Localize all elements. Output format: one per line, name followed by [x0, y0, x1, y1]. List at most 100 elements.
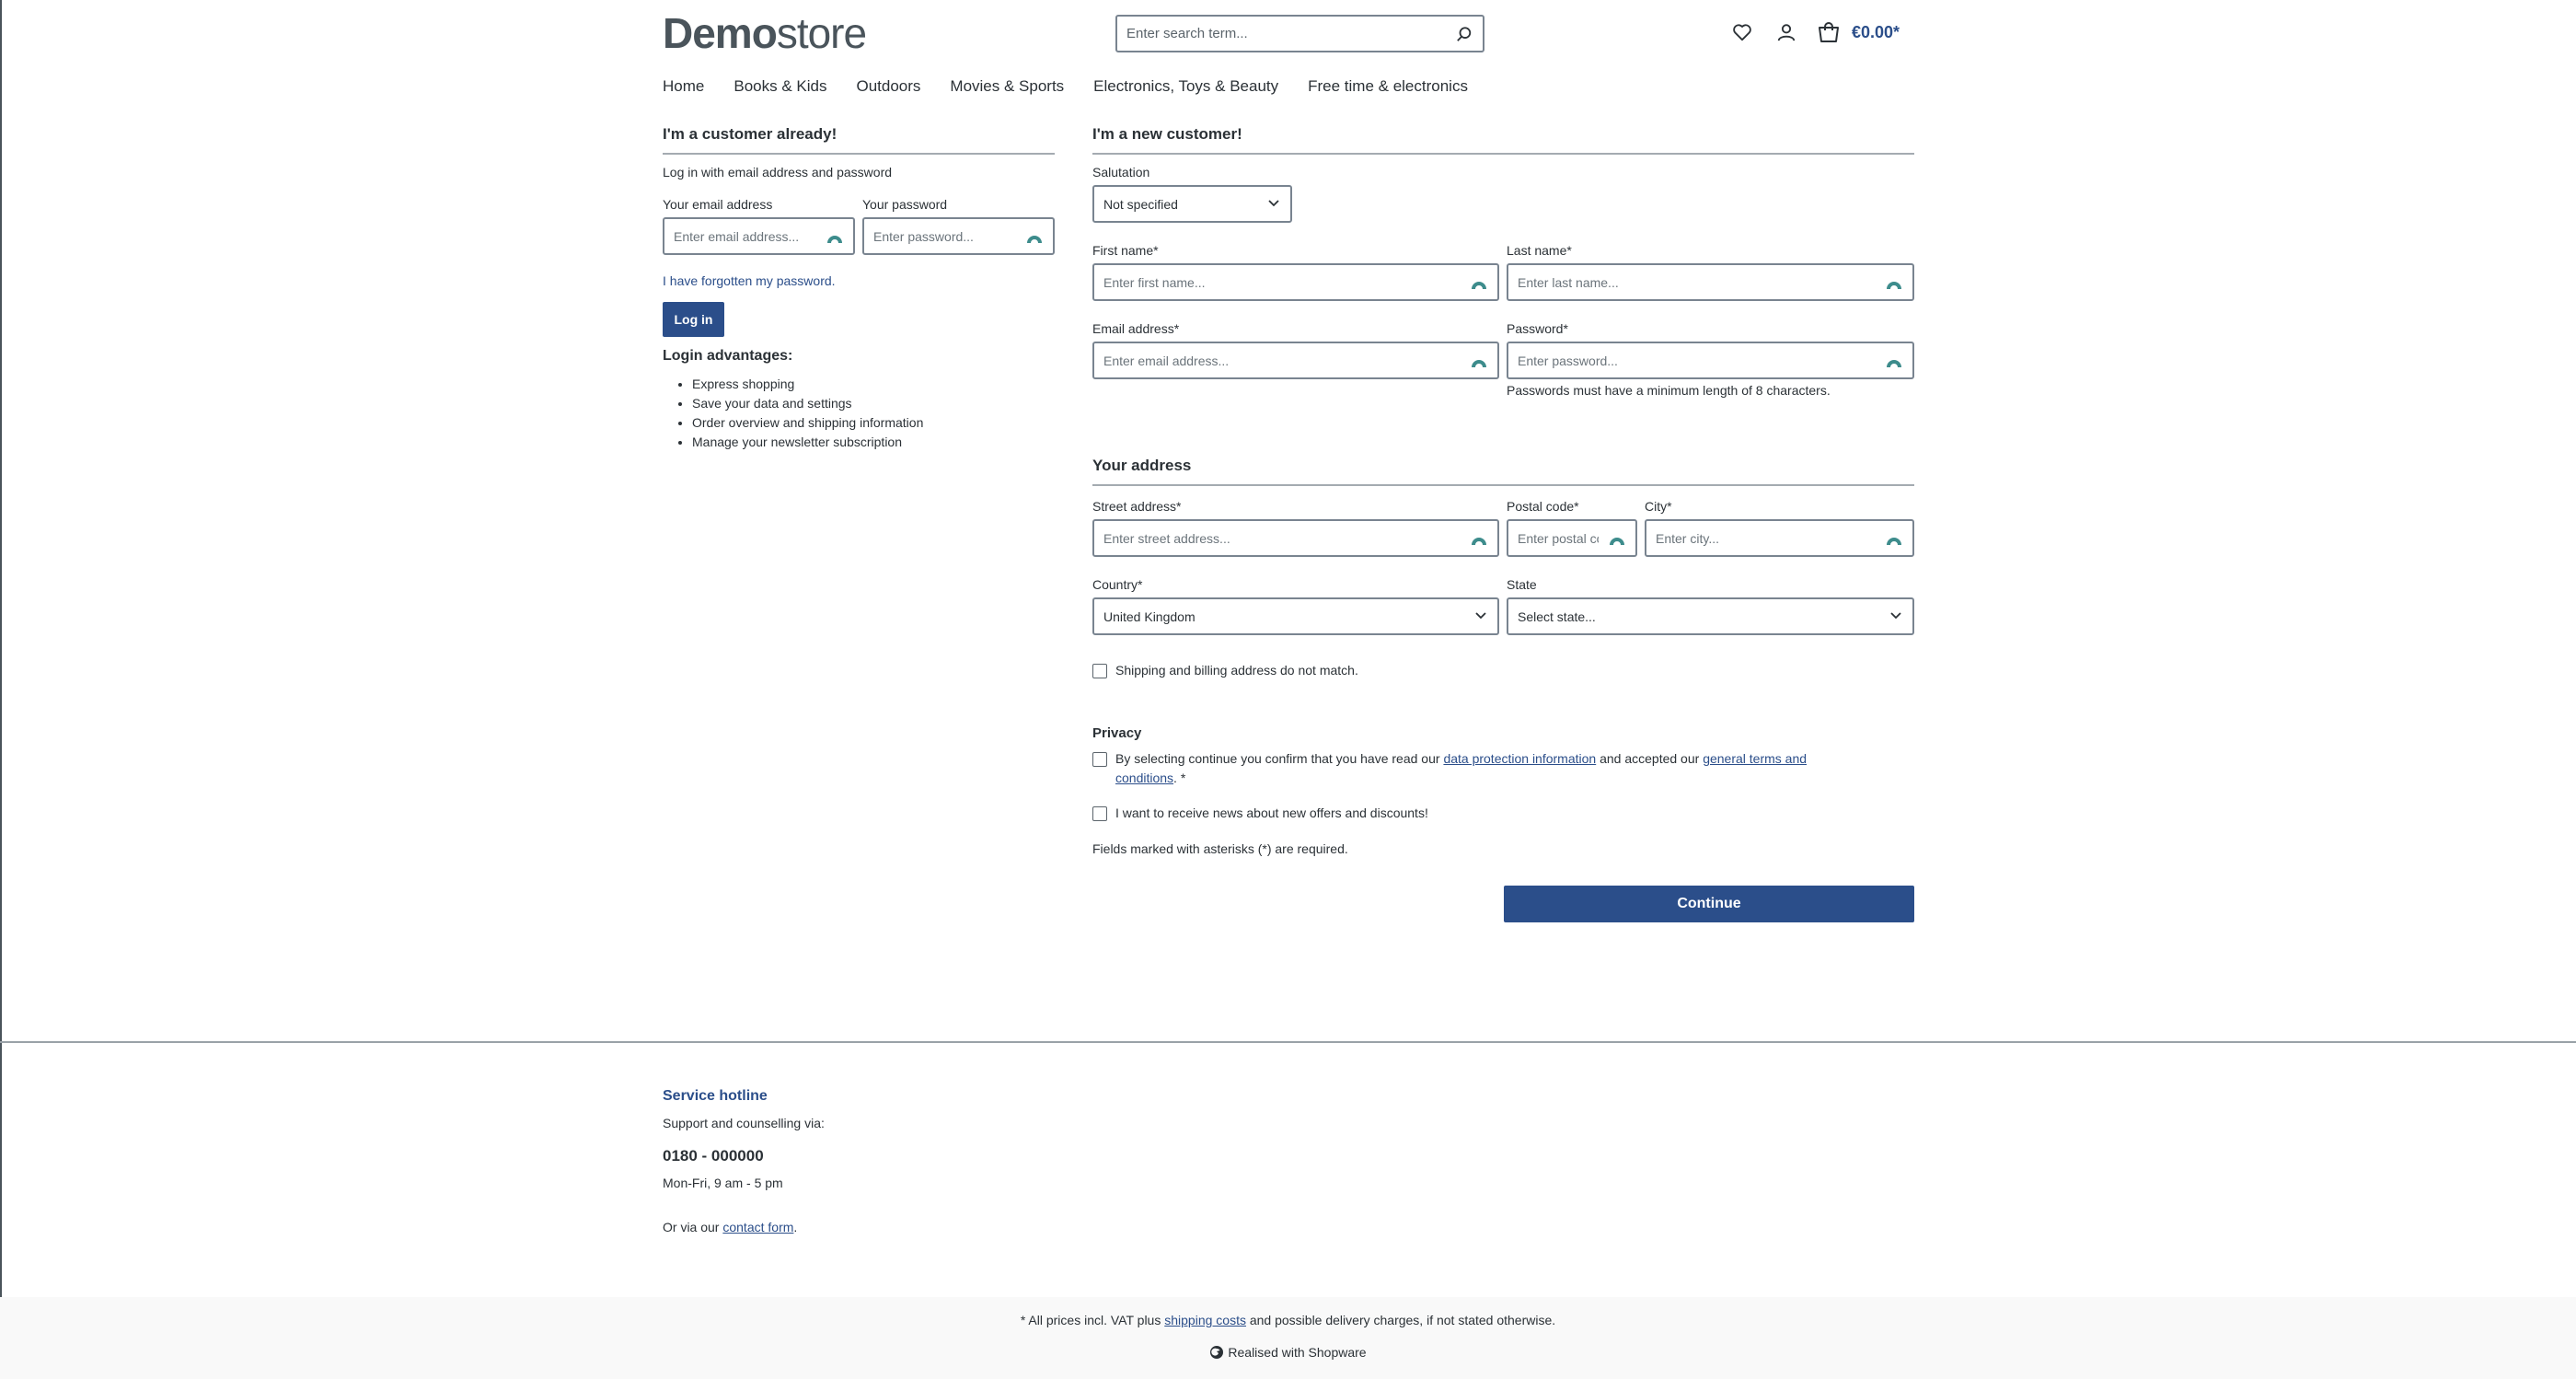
wishlist-button[interactable] — [1730, 20, 1754, 44]
password-hint: Passwords must have a minimum length of … — [1507, 383, 1831, 398]
forgot-password-link[interactable]: I have forgotten my password. — [663, 273, 1055, 288]
state-label: State — [1507, 577, 1537, 592]
search-input[interactable] — [1117, 17, 1446, 51]
street-label: Street address* — [1092, 499, 1182, 514]
nav-electronics-toys-beauty[interactable]: Electronics, Toys & Beauty — [1093, 74, 1278, 99]
shipping-costs-link[interactable]: shipping costs — [1164, 1313, 1246, 1327]
cart-icon — [1819, 22, 1839, 42]
newsletter-checkbox[interactable] — [1092, 806, 1107, 821]
hotline-phone[interactable]: 0180 - 000000 — [663, 1147, 825, 1165]
cart-button[interactable] — [1817, 20, 1841, 44]
vat-prefix: * All prices incl. VAT plus — [1020, 1313, 1165, 1327]
privacy-checkbox[interactable] — [1092, 752, 1107, 767]
data-protection-link[interactable]: data protection information — [1443, 751, 1596, 766]
address-title: Your address — [1092, 457, 1914, 486]
salutation-value: Not specified — [1103, 196, 1178, 212]
nav-books-kids[interactable]: Books & Kids — [734, 74, 826, 99]
store-logo[interactable]: Demostore — [663, 9, 867, 57]
user-icon — [1777, 24, 1796, 41]
chevron-down-icon — [1890, 612, 1901, 620]
password-manager-icon[interactable] — [1470, 353, 1488, 368]
privacy-text: By selecting continue you confirm that y… — [1115, 749, 1870, 788]
salutation-label: Salutation — [1092, 165, 1150, 180]
different-address-label[interactable]: Shipping and billing address do not matc… — [1115, 661, 1358, 680]
last-name-label: Last name* — [1507, 243, 1572, 258]
login-advantages-title: Login advantages: — [663, 348, 793, 364]
cart-total[interactable]: €0.00* — [1852, 23, 1900, 42]
nav-home[interactable]: Home — [663, 74, 704, 99]
realised-with-shopware[interactable]: Realised with Shopware — [0, 1345, 2576, 1360]
page-left-border — [0, 0, 2, 1379]
postal-field — [1507, 519, 1637, 557]
register-card: I'm a new customer! Salutation Not speci… — [1092, 125, 1914, 922]
password-manager-icon[interactable] — [1885, 353, 1903, 368]
country-value: United Kingdom — [1103, 608, 1196, 624]
login-card: I'm a customer already! Log in with emai… — [663, 125, 1055, 452]
login-intro: Log in with email address and password — [663, 165, 893, 180]
city-field — [1645, 519, 1914, 557]
footer-bottom: * All prices incl. VAT plus shipping cos… — [0, 1297, 2576, 1379]
required-note: Fields marked with asterisks (*) are req… — [1092, 841, 1348, 856]
nav-movies-sports[interactable]: Movies & Sports — [950, 74, 1064, 99]
different-address-checkbox[interactable] — [1092, 664, 1107, 678]
search-box — [1115, 15, 1484, 52]
search-icon — [1457, 26, 1472, 41]
login-email-field — [663, 217, 855, 255]
postal-label: Postal code* — [1507, 499, 1579, 514]
account-button[interactable] — [1774, 20, 1798, 44]
list-item: Express shopping — [692, 375, 1055, 394]
password-manager-icon[interactable] — [826, 229, 844, 244]
privacy-title: Privacy — [1092, 725, 1142, 741]
password-manager-icon[interactable] — [1025, 229, 1044, 244]
password-input[interactable] — [1508, 343, 1912, 377]
password-manager-icon[interactable] — [1470, 275, 1488, 290]
email-field — [1092, 342, 1499, 379]
logo-bold: Demo — [663, 9, 778, 57]
newsletter-row: I want to receive news about new offers … — [1092, 804, 1914, 823]
privacy-text-part: . * — [1173, 771, 1186, 785]
hotline-title: Service hotline — [663, 1088, 768, 1104]
continue-button[interactable]: Continue — [1504, 886, 1914, 922]
city-input[interactable] — [1646, 521, 1912, 555]
privacy-text-part: and accepted our — [1596, 751, 1704, 766]
chevron-down-icon — [1475, 612, 1486, 620]
vat-suffix: and possible delivery charges, if not st… — [1245, 1313, 1556, 1327]
register-title: I'm a new customer! — [1092, 125, 1914, 155]
search-button[interactable] — [1446, 17, 1483, 51]
country-select[interactable]: United Kingdom — [1092, 597, 1499, 635]
email-input[interactable] — [1094, 343, 1497, 377]
footer-divider — [0, 1041, 2576, 1043]
password-manager-icon[interactable] — [1885, 531, 1903, 546]
list-item: Save your data and settings — [692, 394, 1055, 413]
privacy-text-part: By selecting continue you confirm that y… — [1115, 751, 1444, 766]
contact-prefix: Or via our — [663, 1220, 723, 1234]
password-manager-icon[interactable] — [1470, 531, 1488, 546]
salutation-select[interactable]: Not specified — [1092, 185, 1292, 223]
login-password-field — [862, 217, 1055, 255]
login-advantages-list: Express shopping Save your data and sett… — [692, 375, 1055, 452]
last-name-field — [1507, 263, 1914, 301]
realised-text: Realised with Shopware — [1228, 1345, 1367, 1360]
footer-service-hotline: Service hotline Support and counselling … — [663, 1088, 825, 1234]
hotline-hours: Mon-Fri, 9 am - 5 pm — [663, 1176, 783, 1190]
nav-free-time-electronics[interactable]: Free time & electronics — [1308, 74, 1468, 99]
contact-form-link[interactable]: contact form — [722, 1220, 793, 1234]
state-select[interactable]: Select state... — [1507, 597, 1914, 635]
email-label: Email address* — [1092, 321, 1180, 336]
last-name-input[interactable] — [1508, 265, 1912, 299]
newsletter-label[interactable]: I want to receive news about new offers … — [1115, 804, 1428, 823]
first-name-input[interactable] — [1094, 265, 1497, 299]
password-manager-icon[interactable] — [1885, 275, 1903, 290]
first-name-label: First name* — [1092, 243, 1159, 258]
city-label: City* — [1645, 499, 1672, 514]
password-field — [1507, 342, 1914, 379]
nav-outdoors[interactable]: Outdoors — [856, 74, 920, 99]
street-input[interactable] — [1094, 521, 1497, 555]
contact-suffix: . — [793, 1220, 798, 1234]
login-button[interactable]: Log in — [663, 302, 724, 337]
different-address-row: Shipping and billing address do not matc… — [1092, 661, 1914, 680]
vat-notice: * All prices incl. VAT plus shipping cos… — [0, 1313, 2576, 1327]
heart-icon — [1733, 24, 1751, 41]
logo-light: store — [776, 9, 867, 57]
password-manager-icon[interactable] — [1608, 531, 1626, 546]
